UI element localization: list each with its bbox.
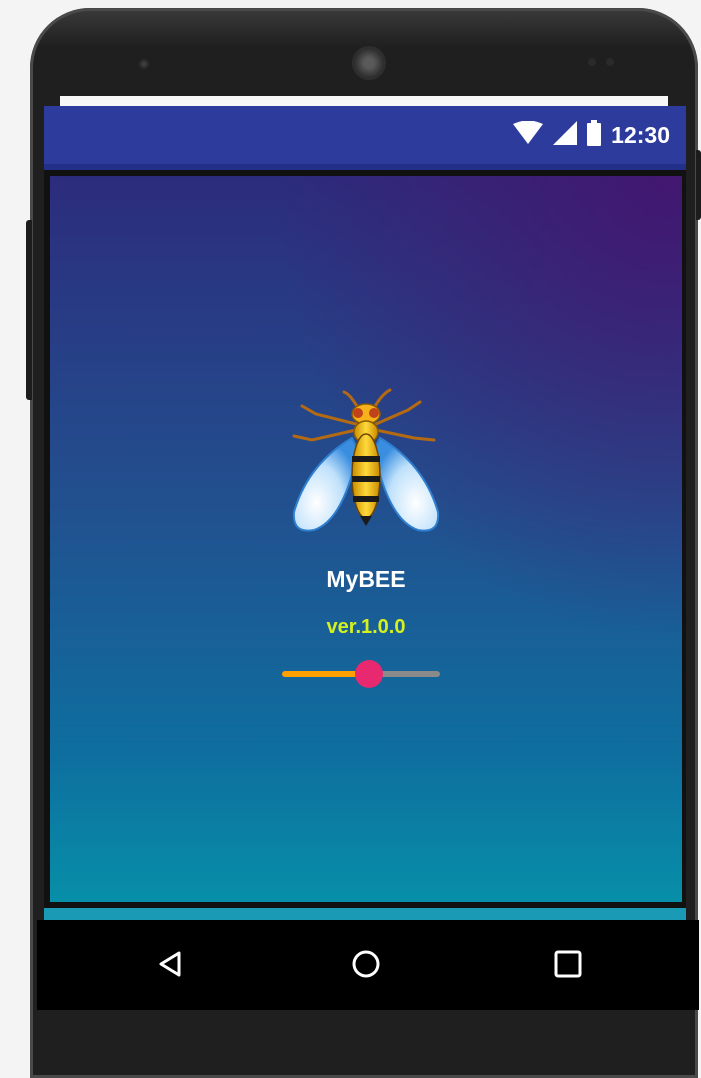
status-bar: 12:30 — [44, 106, 686, 170]
signal-icon — [553, 120, 578, 150]
proximity-sensor — [588, 58, 596, 66]
splash-content: MyBEE ver.1.0.0 — [50, 176, 682, 902]
progress-thumb[interactable] — [355, 660, 383, 688]
app-name: MyBEE — [326, 566, 406, 592]
earpiece-speaker — [352, 46, 386, 80]
back-icon[interactable] — [148, 942, 192, 986]
bee-icon — [286, 384, 446, 544]
battery-icon — [587, 119, 602, 151]
front-camera — [139, 59, 149, 69]
status-time: 12:30 — [611, 121, 670, 148]
light-sensor — [606, 58, 614, 66]
home-icon[interactable] — [344, 942, 388, 986]
screen-top-edge — [60, 96, 668, 106]
volume-button — [26, 220, 32, 400]
app-version: ver.1.0.0 — [326, 616, 406, 638]
screen-bottom-edge — [44, 908, 686, 920]
recents-icon[interactable] — [546, 942, 590, 986]
loading-progress-slider[interactable] — [282, 658, 440, 690]
wifi-icon — [513, 120, 544, 150]
power-button — [696, 150, 701, 220]
